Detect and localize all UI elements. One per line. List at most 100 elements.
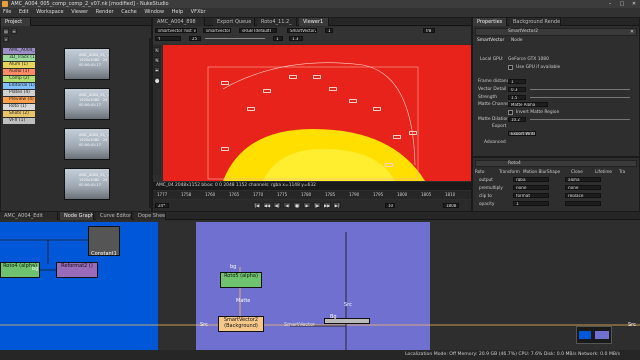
roto-point[interactable] [373,107,381,111]
tab-dope-sheet[interactable]: Dope Sheet [134,212,166,220]
matte-dilation-slider[interactable] [530,119,630,120]
tab-export-queue[interactable]: Export Queue [213,18,255,26]
roto-point[interactable] [409,131,417,135]
playback-button[interactable]: ◀ [283,202,291,208]
input-b-select[interactable]: smartvector [203,28,231,33]
roto-knob-value[interactable]: none [513,185,549,190]
clip-thumbnail[interactable]: AMC_A004_53_... 1920x1080 · 24 00:00:41:17 [64,48,110,80]
scale-field[interactable]: 1.3 [289,36,303,41]
minimize-button[interactable]: – [604,0,616,8]
tab-node-graph[interactable]: Node Graph [60,212,94,220]
roto-point[interactable] [329,87,337,91]
menu-window[interactable]: Window [141,8,167,17]
node-select[interactable]: SmartVector2 [287,28,317,33]
playback-button[interactable]: ▶| [333,202,341,208]
clip-thumbnail[interactable]: AMC_A004_53_... 1920x1080 · 24 00:00:41:17 [64,128,110,160]
clip-thumbnail[interactable]: AMC_A004_53_... 1920x1080 · 24 00:00:41:17 [64,168,110,200]
tab-viewer1[interactable]: Viewer1 [299,18,329,26]
menu-viewer[interactable]: Viewer [68,8,91,17]
gamma-field[interactable]: 1 [273,36,283,41]
roto-point[interactable] [289,75,297,79]
menu-edit[interactable]: Edit [16,8,32,17]
node-smartvector2[interactable]: SmartVector2 (Background) [218,316,264,332]
gain-field[interactable]: 25 [189,36,201,41]
invert-matte-checkbox[interactable] [508,110,513,115]
roto-point[interactable] [221,81,229,85]
fstop-field[interactable]: f/8 [423,28,435,33]
gain-slider[interactable] [205,38,265,39]
roto-point[interactable] [393,135,401,139]
menu-vfxbr[interactable]: VFXbr [188,8,209,17]
roto-point[interactable] [221,147,229,151]
strength-slider[interactable] [530,97,630,98]
maximize-button[interactable]: □ [616,0,628,8]
playback-button[interactable]: ▶ [303,202,311,208]
vector-detail-field[interactable]: 0.3 [508,87,526,92]
menu-workspace[interactable]: Workspace [33,8,66,17]
tab-amc[interactable]: AMC_A004_898 [153,18,205,26]
export-write-button[interactable]: Export Write [508,131,536,136]
tab-amc-edit[interactable]: AMC_A004_Edit [0,212,58,220]
brush-icon[interactable]: ⬤ [154,77,160,83]
roto-knob-value[interactable]: alpha [565,177,601,182]
clip-thumbnail[interactable]: AMC_A004_53_... 1920x1080 · 24 00:00:41:17 [64,88,110,120]
roto-point[interactable] [247,107,255,111]
node-constant1[interactable]: Constant1 [88,226,120,257]
menu-file[interactable]: File [0,8,14,17]
channels-select[interactable]: Y [155,36,181,41]
playback-button[interactable]: ▶▶ [323,202,331,208]
vector-detail-slider[interactable] [530,89,630,90]
strength-field[interactable]: 1.5 [508,95,526,100]
matte-dilation-field[interactable]: 10.2 [508,117,526,122]
roto-subtab[interactable]: Roto [475,169,485,174]
advanced-group-label[interactable]: Advanced [484,140,506,145]
navigator-minimap[interactable] [576,326,612,344]
frame-increment-field[interactable]: 10 [385,203,395,208]
subtab-node[interactable]: Node [511,38,522,43]
current-frame-field[interactable]: 1808 [443,203,459,208]
fps-field[interactable]: 24* [155,203,169,208]
subtab-smartvector[interactable]: SmartVector [477,38,504,43]
menu-cache[interactable]: Cache [118,8,140,17]
use-gpu-checkbox[interactable] [508,65,513,70]
playback-button[interactable]: ◀◀ [263,202,271,208]
roto-subtab[interactable]: Clone [571,169,583,174]
frame-distance-field[interactable]: 1 [508,79,526,84]
roto-subtab[interactable]: Tra [619,169,625,174]
node-reformat2[interactable]: Reformat2 () [56,262,98,278]
pointer-icon[interactable]: ↖ [154,47,160,53]
roto-subtab[interactable]: Motion Blur [523,169,547,174]
roto-point[interactable] [263,89,271,93]
menu-help[interactable]: Help [169,8,186,17]
input-a-select[interactable]: smartvector_hist_v01 [155,28,197,33]
playback-button[interactable]: ◀| [273,202,281,208]
roto-subtab[interactable]: Shape [547,169,560,174]
close-button[interactable]: ✕ [628,0,640,8]
roto-knob-value[interactable]: 1 [513,201,549,206]
timeline-ruler[interactable]: 1777 1758 1760 1765 1770 1775 1780 1785 1790 1795… [153,191,471,199]
roto-subtab[interactable]: Transform [499,169,520,174]
tab-curve-editor[interactable]: Curve Editor [96,212,132,220]
bezier-icon[interactable]: ✎ [154,57,160,63]
roto-point[interactable] [349,99,357,103]
playback-button[interactable]: ■ [293,202,301,208]
tab-roto[interactable]: Roto4_11.2_ [257,18,297,26]
roto-point[interactable] [313,75,321,79]
roto-knob-value[interactable]: format [513,193,549,198]
tab-properties[interactable]: Properties [473,18,507,26]
tab-background-renders[interactable]: Background Renders [509,18,561,26]
close-node-icon[interactable]: ✕ [628,29,636,35]
roto-knob-value[interactable]: replace [565,193,601,198]
colorspace-select[interactable]: sRGB (default) [239,28,277,33]
roto-point[interactable] [385,163,393,167]
roto-subtab[interactable]: Lifetime [595,169,612,174]
menu-render[interactable]: Render [93,8,117,17]
roto-knob-value[interactable]: none [565,185,601,190]
zoom-field[interactable]: 1 [325,28,333,33]
playback-button[interactable]: |▶ [313,202,321,208]
matte-channel-select[interactable]: Matte Alpha [508,102,548,107]
pen-icon[interactable]: ✒ [154,67,160,73]
node-roto5[interactable]: Roto5 (alpha) [220,272,262,288]
playback-button[interactable]: |◀ [253,202,261,208]
roto-knob-value[interactable]: rgba [513,177,549,182]
